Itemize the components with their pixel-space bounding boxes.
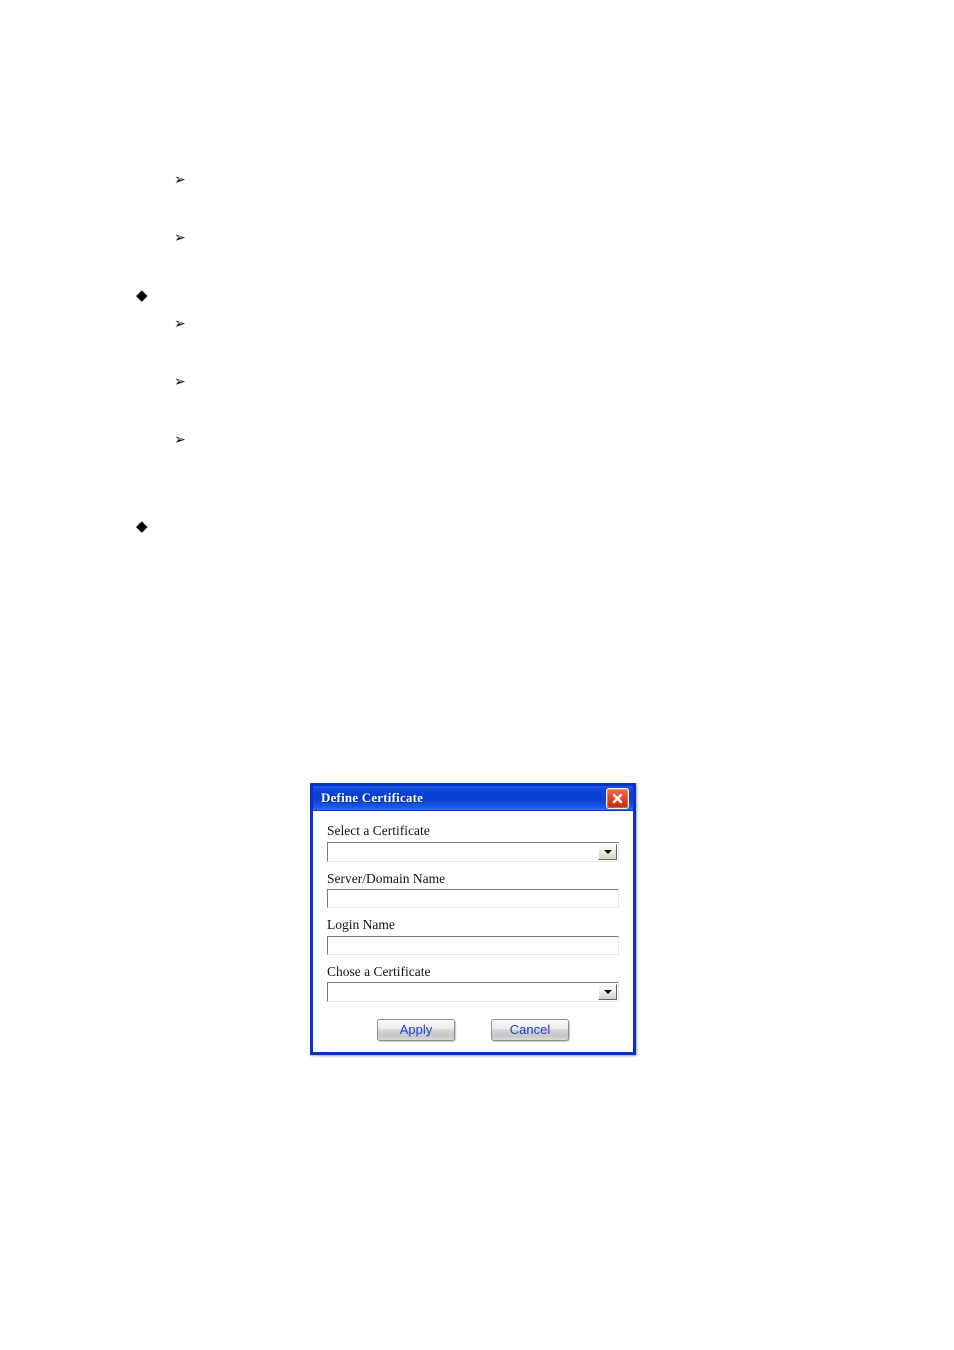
arrow-bullet-icon: ➢ (174, 316, 186, 332)
field-chose-a-certificate: Chose a Certificate (327, 964, 619, 1003)
bullet-arrow-6: ➢ (174, 433, 198, 448)
label-select-a-certificate: Select a Certificate (327, 823, 430, 838)
cancel-button[interactable]: Cancel (491, 1019, 569, 1042)
bullet-arrow-4: ➢ (174, 317, 198, 332)
chevron-down-icon[interactable] (598, 984, 617, 1001)
dialog-title: Define Certificate (321, 790, 424, 805)
field-server-domain-name: Server/Domain Name (327, 871, 619, 909)
arrow-bullet-icon: ➢ (174, 432, 186, 448)
bullet-arrow-5: ➢ (174, 375, 198, 390)
chose-a-certificate-value (328, 983, 598, 1001)
select-a-certificate-combobox[interactable] (327, 841, 619, 862)
define-certificate-dialog: Define Certificate Select a Certificate … (310, 783, 636, 1055)
apply-button[interactable]: Apply (377, 1019, 455, 1042)
arrow-bullet-icon: ➢ (174, 172, 186, 188)
dialog-button-row: Apply Cancel (327, 1019, 619, 1042)
select-a-certificate-value (328, 843, 598, 861)
login-name-input[interactable] (327, 935, 619, 955)
dialog-titlebar: Define Certificate (313, 786, 633, 811)
close-icon[interactable] (606, 787, 629, 809)
label-chose-a-certificate: Chose a Certificate (327, 963, 431, 979)
dialog-body: Select a Certificate Server/Domain Name … (313, 811, 633, 1052)
server-domain-name-input[interactable] (327, 889, 619, 909)
diamond-bullet-icon: ◆ (136, 517, 148, 535)
bullet-arrow-1: ➢ (174, 173, 198, 188)
bullet-diamond-3: ◆ (136, 288, 160, 304)
bullet-arrow-2: ➢ (174, 231, 198, 246)
arrow-bullet-icon: ➢ (174, 374, 186, 390)
label-login-name: Login Name (327, 917, 395, 933)
arrow-bullet-icon: ➢ (174, 230, 186, 246)
chevron-down-icon[interactable] (598, 843, 617, 860)
field-login-name: Login Name (327, 917, 619, 955)
label-server-domain-name: Server/Domain Name (327, 870, 446, 886)
field-select-a-certificate: Select a Certificate (327, 823, 619, 862)
diamond-bullet-icon: ◆ (136, 286, 148, 304)
bullet-diamond-7: ◆ (136, 519, 160, 535)
chose-a-certificate-combobox[interactable] (327, 982, 619, 1003)
